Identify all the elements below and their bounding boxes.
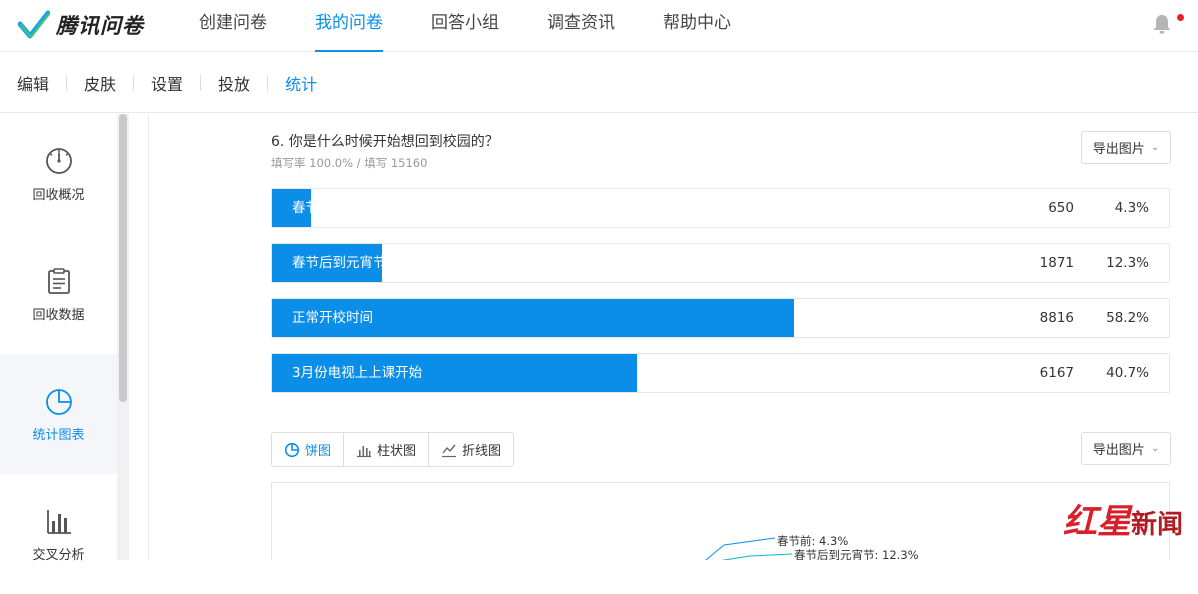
- pie-leader-lines: [705, 537, 793, 560]
- chevron-down-icon: ⌄: [1150, 142, 1160, 153]
- option-percent: 4.3%: [1114, 200, 1149, 216]
- question-title: 6. 你是什么时候开始想回到校园的？: [271, 134, 499, 150]
- notification-dot: [1177, 14, 1184, 21]
- option-percent: 12.3%: [1106, 255, 1149, 271]
- sidebar-scrollbar[interactable]: [117, 114, 129, 560]
- bar-chart-icon: [46, 509, 71, 534]
- option-label: 春节前: [292, 200, 333, 216]
- pie-chart-icon: [45, 388, 72, 415]
- export-button-label: 导出图片: [1092, 142, 1145, 157]
- sidebar-item-data[interactable]: 回收数据: [0, 234, 117, 354]
- divider: [133, 74, 135, 91]
- tab-settings[interactable]: 设置: [151, 71, 183, 95]
- divider: [66, 74, 68, 91]
- export-chart-button[interactable]: 导出图片 ⌄: [1081, 432, 1171, 465]
- sidebar-item-cross-analysis[interactable]: 交叉分析: [0, 474, 117, 594]
- sidebar-item-overview[interactable]: 回收概况: [0, 114, 117, 234]
- line-icon: [442, 444, 457, 457]
- checkmark-logo-icon: [18, 10, 50, 39]
- scrollbar-thumb[interactable]: [119, 114, 127, 402]
- option-row: 正常开校时间 8816 58.2%: [271, 298, 1170, 338]
- sidebar-item-label: 回收概况: [32, 187, 85, 203]
- clipboard-icon: [47, 267, 70, 294]
- gauge-icon: [45, 147, 72, 174]
- tab-line-chart[interactable]: 折线图: [429, 433, 513, 466]
- stats-sidebar: 回收概况 回收数据 统计图表 交叉分析: [0, 114, 117, 563]
- option-count: 6167: [1039, 365, 1074, 381]
- option-count: 8816: [1039, 310, 1074, 326]
- top-bar: 腾讯问卷 创建问卷 我的问卷 回答小组 调查资讯 帮助中心: [0, 0, 1198, 52]
- option-label: 春节后到元宵节: [292, 255, 387, 271]
- tab-publish[interactable]: 投放: [218, 71, 250, 95]
- option-percent: 40.7%: [1106, 365, 1149, 381]
- sidebar-item-charts[interactable]: 统计图表: [0, 354, 117, 474]
- sidebar-item-label: 统计图表: [32, 427, 85, 443]
- option-label: 正常开校时间: [292, 310, 373, 326]
- tab-label: 折线图: [462, 444, 502, 459]
- question-fill-rate: 填写率 100.0% / 填写 15160: [271, 156, 428, 170]
- chart-type-tabs: 饼图 柱状图 折线图: [271, 432, 515, 467]
- option-row: 春节后到元宵节 1871 12.3%: [271, 243, 1170, 283]
- export-button-label: 导出图片: [1092, 443, 1145, 458]
- nav-survey-news[interactable]: 调查资讯: [523, 0, 639, 52]
- option-percent: 58.2%: [1106, 310, 1149, 326]
- option-row: 3月份电视上上课开始 6167 40.7%: [271, 353, 1170, 393]
- nav-my-surveys[interactable]: 我的问卷: [291, 0, 407, 52]
- tab-edit[interactable]: 编辑: [17, 71, 49, 95]
- sidebar-item-label: 回收数据: [32, 307, 85, 323]
- nav-answer-group[interactable]: 回答小组: [407, 0, 523, 52]
- pie-chart-panel: 春节前: 4.3% 春节后到元宵节: 12.3%: [271, 482, 1170, 560]
- watermark-part-2: 新闻: [1131, 510, 1184, 540]
- nav-help-center[interactable]: 帮助中心: [639, 0, 755, 52]
- tab-skin[interactable]: 皮肤: [84, 71, 116, 95]
- tab-label: 柱状图: [377, 444, 417, 459]
- bell-icon[interactable]: [1150, 12, 1174, 36]
- export-image-button[interactable]: 导出图片 ⌄: [1081, 131, 1171, 164]
- divider: [267, 74, 269, 91]
- option-count: 650: [1048, 200, 1074, 216]
- survey-toolbar: 编辑 皮肤 设置 投放 统计: [0, 53, 1198, 113]
- option-count: 1871: [1039, 255, 1074, 271]
- bar-icon: [357, 445, 372, 457]
- pie-icon: [284, 442, 300, 457]
- option-row: 春节前 650 4.3%: [271, 188, 1170, 228]
- tab-label: 饼图: [305, 444, 332, 459]
- chevron-down-icon: ⌄: [1150, 443, 1160, 454]
- tab-pie-chart[interactable]: 饼图: [272, 433, 345, 466]
- pie-slice-label: 春节后到元宵节: 12.3%: [794, 548, 919, 560]
- tab-bar-chart[interactable]: 柱状图: [344, 433, 430, 466]
- tab-statistics[interactable]: 统计: [285, 71, 317, 95]
- option-label: 3月份电视上上课开始: [292, 365, 423, 381]
- nav-create-survey[interactable]: 创建问卷: [175, 0, 291, 52]
- main-nav: 创建问卷 我的问卷 回答小组 调查资讯 帮助中心: [175, 0, 755, 52]
- brand-logo[interactable]: 腾讯问卷: [18, 8, 144, 42]
- divider: [200, 74, 202, 91]
- watermark-part-1: 红星: [1063, 502, 1131, 542]
- news-watermark-logo: 红星新闻: [1063, 494, 1183, 543]
- stats-content: 6. 你是什么时候开始想回到校园的？ 填写率 100.0% / 填写 15160…: [149, 114, 1198, 560]
- brand-name: 腾讯问卷: [56, 14, 144, 38]
